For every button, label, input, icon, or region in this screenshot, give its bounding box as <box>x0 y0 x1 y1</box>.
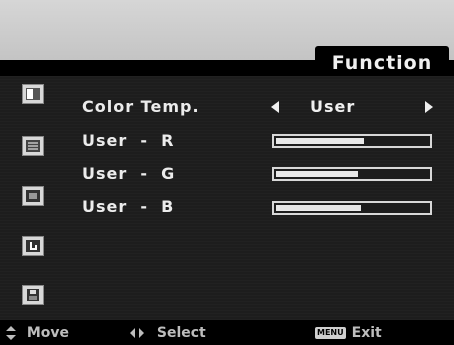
page-title: Function <box>331 52 433 74</box>
image-icon[interactable] <box>22 186 44 206</box>
user-r-label: User - R <box>82 131 175 150</box>
save-icon[interactable] <box>22 285 44 305</box>
picture-icon[interactable] <box>22 84 44 104</box>
user-r-slider-fill <box>276 138 364 144</box>
exit-hint[interactable]: MENU Exit <box>315 324 382 342</box>
left-right-arrow-icon <box>130 328 144 338</box>
color-temp-label: Color Temp. <box>82 97 200 116</box>
user-b-label: User - B <box>82 197 175 216</box>
user-b-slider[interactable] <box>272 201 432 215</box>
color-temp-value[interactable]: User <box>310 97 410 117</box>
move-hint: Move <box>6 324 69 342</box>
user-b-slider-fill <box>276 205 361 211</box>
menu-key-icon: MENU <box>315 327 346 339</box>
select-hint: Select <box>130 324 206 342</box>
keystone-icon[interactable] <box>22 136 44 156</box>
user-g-label: User - G <box>82 164 176 183</box>
select-label: Select <box>156 325 206 341</box>
footer-bar: Move Select MENU Exit <box>0 320 454 345</box>
exit-label: Exit <box>351 325 382 341</box>
arrow-left-icon[interactable] <box>271 101 279 113</box>
user-r-slider[interactable] <box>272 134 432 148</box>
move-label: Move <box>26 325 70 341</box>
setup-hand-icon[interactable] <box>22 236 44 256</box>
up-down-arrow-icon <box>6 326 16 340</box>
user-g-slider[interactable] <box>272 167 432 181</box>
arrow-right-icon[interactable] <box>425 101 433 113</box>
user-g-slider-fill <box>276 171 358 177</box>
